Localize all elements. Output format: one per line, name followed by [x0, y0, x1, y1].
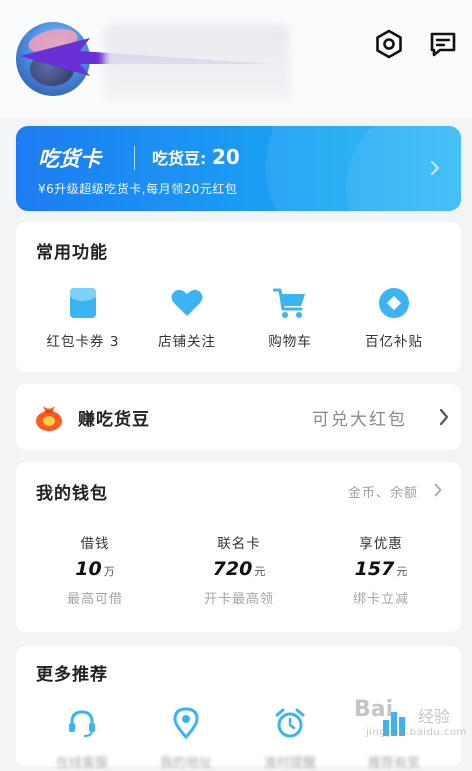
cart-icon — [273, 286, 307, 320]
function-label: 购物车 — [268, 334, 312, 350]
foodie-card-subtitle: ¥6升级超级吃货卡,每月领20元红包 — [38, 182, 238, 196]
earn-beans-card[interactable]: 赚吃货豆 可兑大红包 — [16, 384, 461, 450]
message-button[interactable] — [427, 28, 459, 60]
recommend-customer-service[interactable]: 在线客服 — [32, 706, 132, 771]
wallet-item-discount[interactable]: 享优惠 157 元 绑卡立减 — [306, 532, 456, 607]
wallet-item-desc: 绑卡立减 — [352, 592, 409, 607]
value-number: 10 — [75, 558, 102, 580]
chevron-right-icon — [439, 408, 449, 426]
wallet-item-loan[interactable]: 借钱 10 万 最高可借 — [20, 532, 170, 607]
subsidy-icon — [377, 286, 411, 320]
section-title: 常用功能 — [36, 243, 108, 263]
red-packet-icon — [66, 286, 100, 320]
wallet-item-value: 157 元 — [306, 558, 456, 580]
function-label: 红包卡券 3 — [46, 334, 120, 350]
value-unit: 元 — [396, 565, 408, 578]
wallet-item-label: 联名卡 — [217, 536, 261, 552]
watermark-url: jingyan.baidu.com — [366, 727, 467, 738]
watermark: Bai 经验 jingyan.baidu.com — [346, 693, 466, 745]
divider — [134, 146, 135, 170]
section-title: 更多推荐 — [36, 665, 108, 685]
function-label: 店铺关注 — [158, 334, 216, 350]
chevron-right-icon — [430, 160, 440, 176]
recommend-label: 推荐有奖 — [367, 756, 420, 771]
beans-balance: 吃货豆: 20 — [152, 145, 240, 169]
watermark-main: Bai — [354, 697, 394, 722]
beans-value: 20 — [211, 145, 240, 169]
wallet-item-label: 借钱 — [80, 536, 110, 552]
settings-hexagon-icon — [376, 29, 402, 59]
earn-beans-title: 赚吃货豆 — [78, 410, 150, 430]
watermark-side: 经验 — [418, 707, 451, 726]
recommend-label: 在线客服 — [55, 756, 108, 771]
wallet-item-label: 享优惠 — [359, 536, 403, 552]
nickname-blurred — [104, 24, 290, 100]
function-subsidy[interactable]: 百亿补贴 — [344, 286, 444, 350]
headset-icon — [65, 706, 99, 740]
function-followed-stores[interactable]: 店铺关注 — [137, 286, 237, 350]
wallet-more-link[interactable]: 金币、余额 — [348, 482, 418, 501]
banner-decoration — [346, 126, 461, 211]
function-cart[interactable]: 购物车 — [240, 286, 340, 350]
recommend-reminder[interactable]: 准时提醒 — [240, 706, 340, 771]
recommend-label: 准时提醒 — [263, 756, 316, 771]
wallet-item-value: 720 元 — [164, 558, 314, 580]
wallet-item-value: 10 万 — [20, 558, 170, 580]
chevron-right-icon — [434, 483, 442, 497]
wallet-item-desc: 开卡最高领 — [203, 592, 274, 607]
wallet-item-desc: 最高可借 — [66, 592, 123, 607]
wallet-item-cobrand-card[interactable]: 联名卡 720 元 开卡最高领 — [164, 532, 314, 607]
function-red-packet[interactable]: 红包卡券 3 — [33, 286, 133, 350]
value-number: 720 — [212, 558, 253, 580]
common-functions-card: 常用功能 红包卡券 3 店铺关注 购物车 百亿补贴 — [16, 222, 461, 372]
beans-label: 吃货豆: — [152, 149, 207, 168]
value-unit: 万 — [103, 565, 115, 578]
recommend-label: 我的地址 — [159, 756, 212, 771]
message-icon — [430, 32, 456, 57]
value-unit: 元 — [254, 565, 266, 578]
profile-header — [0, 0, 472, 118]
value-number: 157 — [354, 558, 395, 580]
foodie-card-banner[interactable]: 吃货卡 吃货豆: 20 ¥6升级超级吃货卡,每月领20元红包 — [16, 126, 461, 211]
section-title: 我的钱包 — [36, 484, 108, 504]
function-label: 百亿补贴 — [365, 334, 423, 350]
redeem-text: 可兑大红包 — [312, 410, 407, 430]
alarm-icon — [273, 706, 307, 740]
heart-icon — [170, 286, 204, 320]
location-icon — [169, 706, 203, 740]
wallet-card: 我的钱包 金币、余额 借钱 10 万 最高可借 联名卡 720 元 开卡最高领 享优… — [16, 462, 461, 632]
foodie-card-title: 吃货卡 — [38, 147, 101, 171]
money-bag-icon — [36, 406, 62, 431]
recommend-address[interactable]: 我的地址 — [136, 706, 236, 771]
settings-button[interactable] — [373, 28, 405, 60]
